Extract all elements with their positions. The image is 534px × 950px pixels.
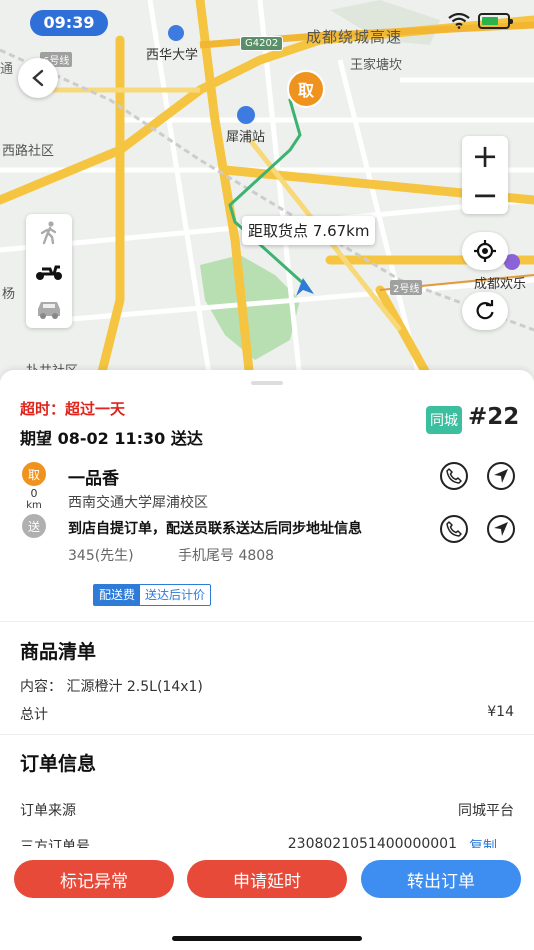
divider — [0, 734, 534, 735]
order-detail-screen: 西华大学 G4202 成都绕城高速 王家塘坎 6号线 犀浦站 西路社区 2号线 … — [0, 0, 534, 950]
delivery-fee-tag: 配送费 送达后计价 — [93, 584, 212, 606]
map-view[interactable]: 西华大学 G4202 成都绕城高速 王家塘坎 6号线 犀浦站 西路社区 2号线 … — [0, 0, 534, 380]
chevron-left-icon — [32, 69, 44, 87]
refresh-icon — [476, 300, 494, 320]
action-bar: 标记异常 申请延时 转出订单 — [0, 848, 534, 950]
target-icon — [474, 240, 496, 262]
pickup-pin[interactable]: 取 — [287, 70, 325, 108]
map-label-wangjiatangkan: 王家塘坎 — [350, 58, 403, 73]
deliver-badge: 送 — [22, 514, 46, 538]
map-label-yang: 杨 — [2, 287, 16, 302]
scooter-icon — [36, 265, 62, 280]
map-label-xilu-community: 西路社区 — [2, 144, 55, 159]
call-shop-button[interactable] — [440, 462, 468, 490]
expected-delivery-time: 期望 08-02 11:30 送达 — [20, 429, 203, 448]
wifi-icon — [448, 13, 470, 29]
home-indicator[interactable] — [172, 936, 362, 941]
phone-icon — [446, 521, 462, 537]
order-info-section-title: 订单信息 — [20, 753, 97, 775]
customer-name: 345(先生) — [68, 548, 134, 564]
map-label-chengdu-huanle: 成都欢乐 — [474, 277, 527, 292]
goods-total-label: 总计 — [20, 707, 48, 723]
pickup-badge: 取 — [22, 462, 46, 486]
shop-address: 西南交通大学犀浦校区 — [68, 495, 208, 511]
back-button[interactable] — [18, 58, 58, 98]
refresh-button[interactable] — [462, 292, 508, 330]
map-canvas — [0, 0, 534, 380]
scooter-mode-button[interactable] — [26, 252, 72, 290]
goods-total-value: ¥14 — [487, 704, 514, 720]
request-delay-button[interactable]: 申请延时 — [187, 860, 347, 898]
navigation-arrow-icon — [494, 522, 508, 536]
city-tag: 同城 — [426, 406, 462, 434]
zoom-controls: + − — [462, 136, 508, 214]
delivery-info: 到店自提订单，配送员联系送达后同步地址信息 — [68, 521, 362, 537]
overtime-status: 超时：超过一天 — [20, 400, 126, 418]
walk-mode-button[interactable] — [26, 214, 72, 252]
battery-icon — [478, 13, 513, 29]
navigate-shop-button[interactable] — [487, 462, 515, 490]
order-number: #22 — [468, 404, 520, 430]
map-label-xipu-station: 犀浦站 — [226, 130, 266, 145]
goods-content: 内容： 汇源橙汁 2.5L(14x1) — [20, 679, 203, 695]
order-source-value: 同城平台 — [458, 803, 514, 819]
map-label-line2: 2号线 — [390, 280, 423, 295]
status-icons — [448, 13, 513, 29]
call-customer-button[interactable] — [440, 515, 468, 543]
delivery-fee-value: 送达后计价 — [145, 588, 206, 602]
sheet-drag-handle[interactable] — [251, 381, 283, 385]
distance-unit: km — [26, 500, 42, 511]
walking-icon — [40, 221, 57, 245]
navigation-arrow-icon — [494, 469, 508, 483]
navigate-customer-button[interactable] — [487, 515, 515, 543]
mark-abnormal-button[interactable]: 标记异常 — [14, 860, 174, 898]
map-label-left-edge: 通 — [0, 62, 14, 77]
order-detail-sheet: 超时：超过一天 期望 08-02 11:30 送达 同城 #22 取 0 km … — [0, 370, 534, 950]
zoom-out-button[interactable]: − — [462, 175, 508, 214]
car-icon — [38, 302, 60, 319]
transfer-order-button[interactable]: 转出订单 — [361, 860, 521, 898]
locate-button[interactable] — [462, 232, 508, 270]
status-time: 09:39 — [30, 10, 108, 36]
zoom-in-button[interactable]: + — [462, 136, 508, 175]
shop-name: 一品香 — [68, 469, 119, 489]
travel-mode-selector — [26, 214, 72, 328]
distance-value: 0 — [30, 487, 38, 500]
distance-bubble: 距取货点 7.67km — [242, 216, 376, 245]
phone-icon — [446, 468, 462, 484]
map-label-xihua: 西华大学 — [146, 48, 199, 63]
goods-section-title: 商品清单 — [20, 641, 97, 663]
phone-tail: 手机尾号 4808 — [178, 548, 275, 564]
divider — [0, 621, 534, 622]
status-bar: 09:39 — [0, 0, 534, 44]
delivery-fee-label: 配送费 — [94, 585, 141, 605]
car-mode-button[interactable] — [26, 290, 72, 328]
order-source-label: 订单来源 — [20, 803, 76, 819]
